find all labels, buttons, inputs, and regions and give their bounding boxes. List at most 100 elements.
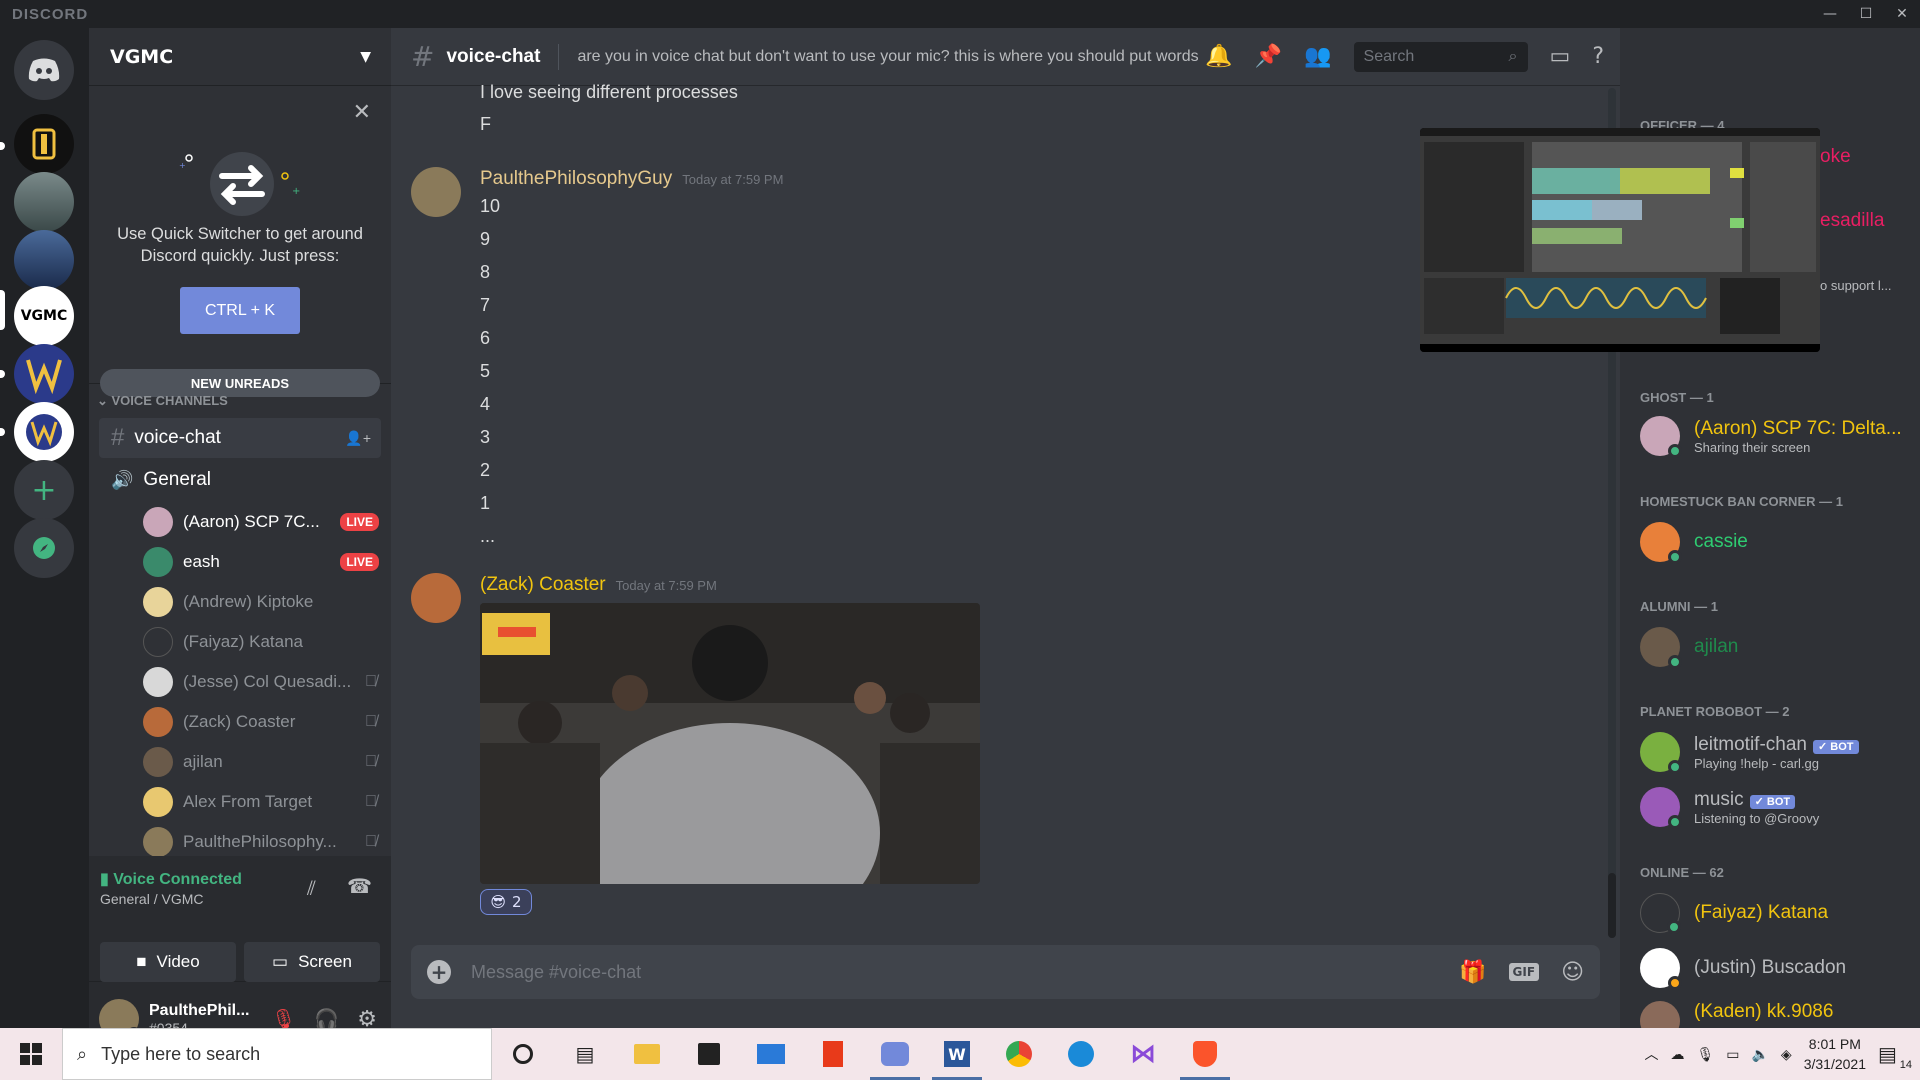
member-list-icon[interactable]: 👥	[1304, 44, 1331, 69]
voice-user[interactable]: (Aaron) SCP 7C... LIVE	[143, 502, 383, 542]
voice-channels-category[interactable]: ⌄ VOICE CHANNELS	[97, 393, 228, 409]
voice-user[interactable]: (Zack) Coaster 🎙̸	[143, 702, 383, 742]
member-name: (Kaden) kk.9086	[1694, 1001, 1834, 1022]
member-item[interactable]: (Faiyaz) Katana	[1640, 891, 1910, 935]
onedrive-icon[interactable]: ☁	[1670, 1046, 1684, 1063]
channel-topbar: # voice-chat are you in voice chat but d…	[391, 28, 1620, 86]
signal-icon: ▮	[100, 871, 109, 888]
close-icon[interactable]: ✕	[353, 100, 371, 125]
server-icon-2[interactable]	[14, 172, 74, 232]
file-explorer-icon[interactable]	[616, 1028, 678, 1080]
member-name: music	[1694, 788, 1744, 810]
gif-icon[interactable]: GIF	[1508, 963, 1540, 981]
voice-user[interactable]: (Andrew) Kiptoke	[143, 582, 383, 622]
cortana-icon[interactable]	[492, 1028, 554, 1080]
inbox-icon[interactable]: ▭	[1550, 44, 1571, 69]
task-view-icon[interactable]: ▤	[554, 1028, 616, 1080]
bell-icon[interactable]: 🔔	[1205, 44, 1232, 69]
avatar	[1640, 416, 1682, 458]
office-icon[interactable]	[802, 1028, 864, 1080]
reaction-button[interactable]: 😎 2	[480, 889, 532, 915]
member-item[interactable]: ajilan	[1640, 625, 1910, 669]
help-icon[interactable]: ?	[1592, 44, 1604, 69]
server-icon-5[interactable]	[14, 344, 74, 404]
voice-user-name: PaulthePhilosophy...	[183, 832, 337, 851]
minimize-icon[interactable]: —	[1812, 0, 1848, 28]
video-button[interactable]: ■ Video	[100, 942, 236, 982]
voice-status-label: Voice Connected	[113, 871, 242, 888]
channel-topic[interactable]: are you in voice chat but don't want to …	[577, 48, 1205, 66]
brave-icon[interactable]	[1174, 1028, 1236, 1080]
channel-label: voice-chat	[134, 427, 221, 448]
voice-user[interactable]: Alex From Target 🎙̸	[143, 782, 383, 822]
close-window-icon[interactable]: ✕	[1884, 0, 1920, 28]
voice-user[interactable]: (Jesse) Col Quesadi... 🎙̸	[143, 662, 383, 702]
battery-icon[interactable]: ▭	[1726, 1046, 1739, 1063]
member-group-header: ONLINE — 62	[1640, 865, 1724, 880]
message-text: 3	[480, 427, 491, 447]
gif-attachment[interactable]	[480, 603, 980, 884]
channel-voice-chat[interactable]: # voice-chat 👤+	[99, 418, 381, 458]
microphone-icon[interactable]: 🎙	[1696, 1046, 1714, 1063]
member-item[interactable]: leitmotif-chan ✓ BOT Playing !help - carl.…	[1640, 730, 1910, 774]
maximize-icon[interactable]: ☐	[1848, 0, 1884, 28]
member-name-partial[interactable]: esadilla	[1820, 210, 1884, 232]
member-item[interactable]: (Justin) Buscadon	[1640, 946, 1910, 990]
upload-icon[interactable]: +	[427, 960, 451, 984]
server-icon-1[interactable]	[14, 114, 74, 174]
voice-user[interactable]: (Faiyaz) Katana	[143, 622, 383, 662]
member-item[interactable]: (Kaden) kk.9086	[1640, 1001, 1910, 1028]
server-icon-vgmc[interactable]: VGMC	[14, 286, 74, 346]
message-text: 5	[480, 361, 491, 381]
pillar-logo-icon	[32, 128, 56, 160]
clock-time: 8:01 PM	[1808, 1036, 1861, 1052]
volume-icon[interactable]: 🔈	[1751, 1046, 1768, 1063]
store-icon[interactable]	[678, 1028, 740, 1080]
channel-general[interactable]: 🔊 General	[99, 460, 381, 500]
discord-taskbar-icon[interactable]	[864, 1028, 926, 1080]
chrome-icon[interactable]	[988, 1028, 1050, 1080]
avatar	[143, 827, 173, 857]
screen-share-button[interactable]: ▭ Screen	[244, 942, 380, 982]
member-item[interactable]: cassie	[1640, 520, 1910, 564]
start-button[interactable]	[0, 1028, 62, 1080]
message-input[interactable]: + Message #voice-chat 🎁 GIF ☺	[411, 945, 1600, 999]
home-button[interactable]	[14, 40, 74, 100]
edge-icon[interactable]	[1050, 1028, 1112, 1080]
member-item[interactable]: (Aaron) SCP 7C: Delta... Sharing their sc…	[1640, 414, 1910, 458]
server-icon-6[interactable]	[14, 402, 74, 462]
avatar[interactable]	[411, 167, 461, 217]
search-input[interactable]: Search ⌕	[1353, 41, 1528, 72]
word-icon[interactable]: W	[926, 1028, 988, 1080]
avatar[interactable]	[411, 573, 461, 623]
emoji-icon[interactable]: ☺	[1561, 960, 1584, 985]
dropbox-icon[interactable]: ◈	[1781, 1046, 1792, 1063]
add-server-button[interactable]: +	[14, 460, 74, 520]
shortcut-button[interactable]: CTRL + K	[180, 287, 300, 334]
mail-icon[interactable]	[740, 1028, 802, 1080]
taskbar-search[interactable]: ⌕ Type here to search	[62, 1028, 492, 1080]
disconnect-icon[interactable]: ☎	[347, 874, 372, 898]
server-header[interactable]: VGMC ▼	[89, 28, 391, 86]
invite-icon[interactable]: 👤+	[345, 430, 371, 447]
voice-user[interactable]: eash LIVE	[143, 542, 383, 582]
explore-servers-button[interactable]	[14, 518, 74, 578]
pin-icon[interactable]: 📌	[1255, 44, 1282, 69]
noise-suppression-icon[interactable]: ⫽	[307, 876, 316, 900]
member-name-partial[interactable]: oke	[1820, 146, 1851, 168]
voice-status[interactable]: ▮ Voice Connected	[100, 869, 242, 889]
clock[interactable]: 8:01 PM 3/31/2021	[1804, 1034, 1866, 1074]
voice-user[interactable]: ajilan 🎙̸	[143, 742, 383, 782]
scrollbar-thumb[interactable]	[1608, 873, 1616, 938]
member-item[interactable]: music ✓ BOT Listening to @Groovy	[1640, 785, 1910, 829]
screen-share-popout[interactable]	[1420, 128, 1820, 352]
chevron-up-icon[interactable]: ︿	[1644, 1044, 1658, 1064]
voice-connection-panel: ▮ Voice Connected General / VGMC ⫽ ☎ ■ V…	[89, 856, 391, 982]
message-author[interactable]: (Zack) Coaster	[480, 574, 606, 595]
message-author[interactable]: PaulthePhilosophyGuy	[480, 168, 672, 189]
visual-studio-icon[interactable]: ⋈	[1112, 1028, 1174, 1080]
avatar	[1640, 1001, 1680, 1028]
gift-icon[interactable]: 🎁	[1459, 960, 1486, 985]
notification-center[interactable]: ▤ 14	[1878, 1042, 1912, 1071]
server-icon-3[interactable]	[14, 230, 74, 290]
